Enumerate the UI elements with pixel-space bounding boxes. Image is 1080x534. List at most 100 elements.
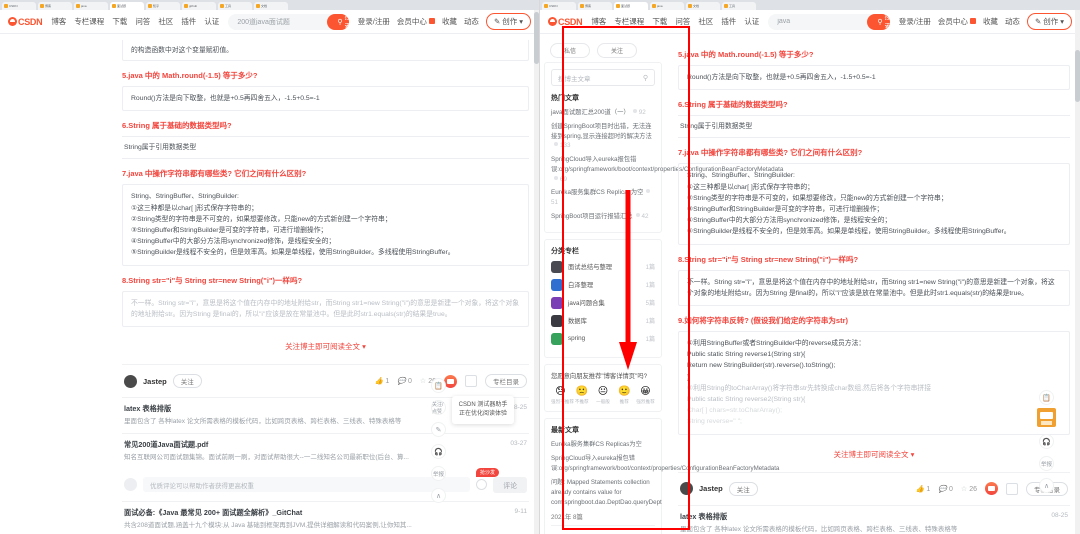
- related-title[interactable]: latex 表格排版: [124, 404, 171, 414]
- browser-tab[interactable]: 工具: [218, 2, 252, 10]
- browser-tab[interactable]: 博客: [578, 2, 612, 10]
- related-article-item[interactable]: 面试必备:《Java 最常见 200+ 面试题全解析》_GitChat 9-11…: [122, 500, 529, 534]
- main-nav[interactable]: 博客 专栏课程 下载 问答 社区 插件 认证: [591, 16, 759, 27]
- main-nav[interactable]: 博客 专栏课程 下载 问答 社区 插件 认证: [51, 16, 219, 27]
- latest-article-item[interactable]: 问题: Mapped Statements collection already…: [551, 478, 662, 507]
- csdn-logo[interactable]: CSDN: [548, 17, 583, 27]
- related-title[interactable]: latex 表格排版: [680, 512, 727, 522]
- assistant-robot-icon[interactable]: [1037, 408, 1056, 427]
- feedback-option[interactable]: 😀 强烈推荐: [636, 386, 655, 405]
- favorites-link[interactable]: 收藏: [442, 16, 457, 27]
- feedback-option[interactable]: 😐 一般般: [594, 386, 613, 405]
- search-input[interactable]: [777, 18, 868, 25]
- hot-article-item[interactable]: java面试题汇总200道（一） 92: [551, 108, 655, 118]
- collapse-icon[interactable]: ∧: [431, 488, 446, 503]
- browser-tab[interactable]: java: [650, 2, 684, 10]
- pen-icon[interactable]: ✎: [431, 422, 446, 437]
- comment-count[interactable]: 💬 0: [397, 377, 412, 385]
- browser-tab[interactable]: java: [74, 2, 108, 10]
- follow-button[interactable]: 关注: [597, 43, 638, 58]
- archive-label[interactable]: 2021年 8篇: [551, 512, 655, 527]
- reward-icon[interactable]: [985, 482, 998, 496]
- comment-submit-button[interactable]: 评论: [493, 476, 527, 493]
- nav-item-blog[interactable]: 博客: [51, 16, 66, 27]
- member-center-link[interactable]: 会员中心: [397, 16, 435, 27]
- feedback-option[interactable]: 🙂 推荐: [615, 386, 634, 405]
- nav-item-courses[interactable]: 专栏课程: [74, 16, 104, 27]
- create-button[interactable]: ✎ 创作 ▾: [1026, 13, 1072, 30]
- nav-item-community[interactable]: 社区: [698, 16, 713, 27]
- category-item[interactable]: 面试总结与整理 1篇: [551, 260, 655, 273]
- nav-item-download[interactable]: 下载: [112, 16, 127, 27]
- comment-input[interactable]: 优质评论可以帮助作者获得更高权重: [143, 477, 471, 493]
- nav-item-plugin[interactable]: 插件: [181, 16, 196, 27]
- browser-tab[interactable]: 文档: [686, 2, 720, 10]
- headset-icon[interactable]: 🎧: [1039, 434, 1054, 449]
- favorites-link[interactable]: 收藏: [983, 16, 998, 27]
- read-more-link[interactable]: 关注博主即可阅读全文 ▾: [678, 449, 1070, 460]
- search-box[interactable]: ⚲ 搜索: [228, 13, 349, 30]
- browser-tab[interactable]: 知乎: [146, 2, 180, 10]
- search-box[interactable]: ⚲ 搜索: [768, 13, 890, 30]
- csdn-logo[interactable]: CSDN: [8, 17, 43, 27]
- category-item[interactable]: 白泽整理 1篇: [551, 278, 655, 291]
- comment-count[interactable]: 💬 0: [938, 485, 953, 493]
- hot-article-item[interactable]: 创建SpringBoot项目时出错，无法连接到spring,显示连接超时的解决方…: [551, 122, 655, 151]
- browser-tab[interactable]: 工具: [722, 2, 756, 10]
- browser-tab[interactable]: github: [182, 2, 216, 10]
- browser-tab[interactable]: CSDN: [542, 2, 576, 10]
- header-right-nav[interactable]: 登录/注册 会员中心 收藏 动态 ✎ 创作 ▾: [899, 13, 1072, 30]
- message-button[interactable]: 私信: [550, 43, 591, 58]
- nav-item-plugin[interactable]: 插件: [721, 16, 736, 27]
- share-icon[interactable]: [465, 375, 477, 388]
- avatar[interactable]: [124, 374, 137, 388]
- create-button[interactable]: ✎ 创作 ▾: [485, 13, 531, 30]
- hot-article-item[interactable]: SpringCloud导入eureka报包错误:org/springframew…: [551, 155, 783, 184]
- follow-button[interactable]: 关注: [728, 481, 758, 496]
- related-article-item[interactable]: 常见200道Java面试题.pdf 03-27 知名互联网公司面试题集锦。面试前…: [122, 432, 529, 469]
- report-button[interactable]: 举报: [431, 466, 446, 481]
- login-register-link[interactable]: 登录/注册: [358, 16, 390, 27]
- feedback-option[interactable]: 🙁 不推荐: [572, 386, 591, 405]
- nav-item-blog[interactable]: 博客: [591, 16, 606, 27]
- floating-tool-rail[interactable]: 📋 关注/点赞 ✎ 🎧 举报 ∧: [431, 378, 446, 503]
- feedback-option[interactable]: 😞 强烈不推荐: [551, 386, 574, 405]
- avatar[interactable]: [680, 482, 693, 496]
- browser-tab[interactable]: 博客: [38, 2, 72, 10]
- page-scrollbar[interactable]: [1075, 10, 1080, 534]
- browser-tab[interactable]: 文档: [254, 2, 288, 10]
- headset-icon[interactable]: 🎧: [431, 444, 446, 459]
- clipboard-icon[interactable]: 📋: [431, 378, 446, 393]
- category-item[interactable]: spring 1篇: [551, 332, 655, 345]
- nav-item-download[interactable]: 下载: [652, 16, 667, 27]
- category-item[interactable]: java问题合集 5篇: [551, 296, 655, 309]
- nav-item-cert[interactable]: 认证: [744, 16, 759, 27]
- favorite-count[interactable]: ☆26: [961, 485, 977, 493]
- nav-item-cert[interactable]: 认证: [204, 16, 219, 27]
- nav-item-courses[interactable]: 专栏课程: [614, 16, 644, 27]
- page-scrollbar[interactable]: [534, 10, 539, 534]
- nav-item-qa[interactable]: 问答: [135, 16, 150, 27]
- read-more-link[interactable]: 关注博主即可阅读全文 ▾: [122, 341, 529, 352]
- like-follow-button[interactable]: 关注/点赞: [431, 400, 446, 415]
- related-title[interactable]: 面试必备:《Java 最常见 200+ 面试题全解析》_GitChat: [124, 508, 302, 518]
- browser-tab-active[interactable]: 面试题: [614, 2, 648, 10]
- category-item[interactable]: 数据库 1篇: [551, 314, 655, 327]
- login-register-link[interactable]: 登录/注册: [899, 16, 931, 27]
- hot-article-item[interactable]: Eureka服务集群CS Replicas为空51: [551, 188, 655, 208]
- search-input[interactable]: [237, 18, 328, 25]
- related-title[interactable]: 常见200道Java面试题.pdf: [124, 440, 208, 450]
- nav-item-qa[interactable]: 问答: [675, 16, 690, 27]
- catalog-button[interactable]: 专栏目录: [485, 374, 527, 389]
- related-article-item[interactable]: latex 表格排版 08-25 里面包含了 各种latex 论文所需表格的模板…: [678, 504, 1070, 534]
- clipboard-icon[interactable]: 📋: [1039, 390, 1054, 405]
- emoji-picker-icon[interactable]: [476, 479, 488, 491]
- browser-tab-strip[interactable]: CSDN 博客 面试题 java 文档 工具: [540, 0, 1080, 10]
- search-icon[interactable]: ⚲: [643, 74, 648, 82]
- browser-tab-active[interactable]: 面试题: [110, 2, 144, 10]
- feedback-options[interactable]: 😞 强烈不推荐 🙁 不推荐 😐 一般般 🙂 推荐 😀 强烈推荐: [551, 386, 655, 405]
- browser-tab-strip[interactable]: CSDN 博客 java 面试题 知乎 github 工具 文档: [0, 0, 539, 10]
- latest-article-item[interactable]: SpringCloud导入eureka报包错误:org/springframew…: [551, 454, 779, 473]
- share-icon[interactable]: [1006, 482, 1018, 495]
- floating-tool-rail[interactable]: 📋 ✎ 🎧 举报 ∧: [1039, 390, 1054, 493]
